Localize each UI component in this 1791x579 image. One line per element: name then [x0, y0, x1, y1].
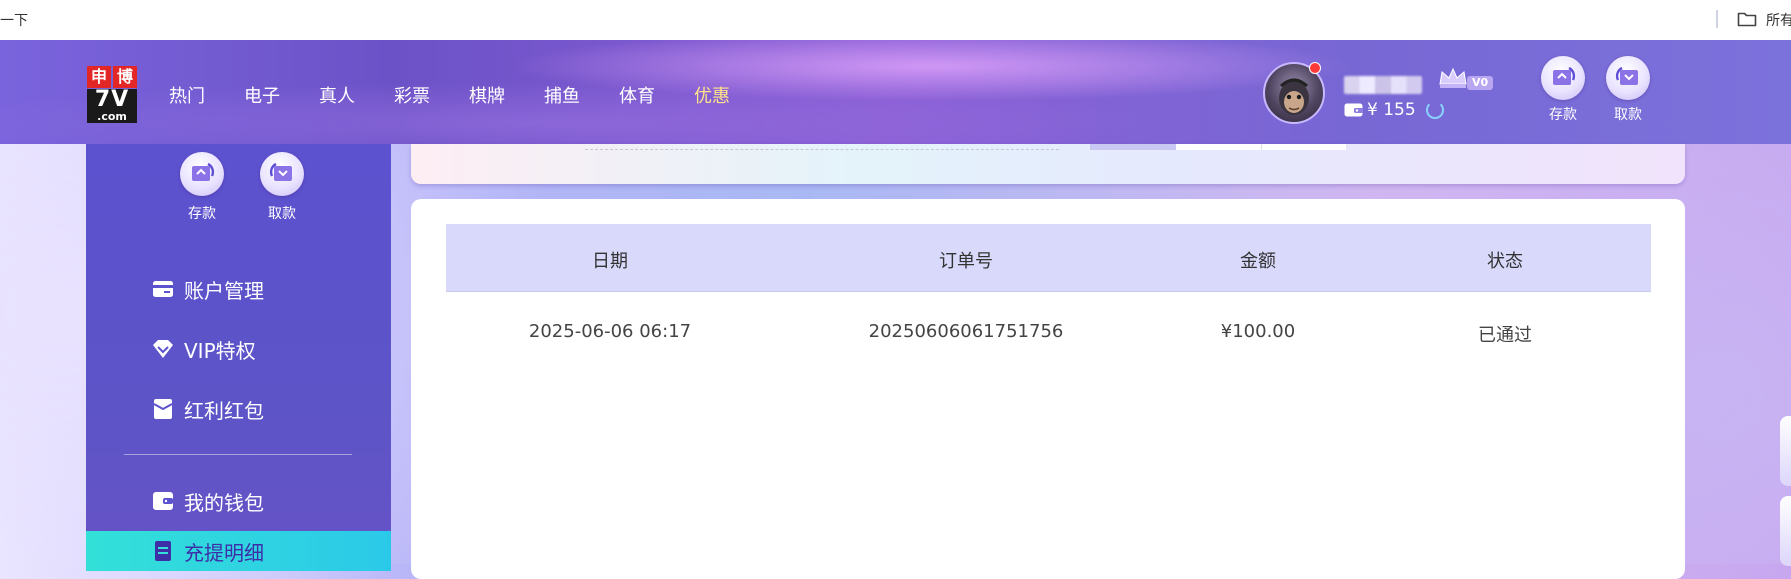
nav-item-sports[interactable]: 体育: [619, 82, 655, 108]
nav-item-live[interactable]: 真人: [319, 82, 355, 108]
document-icon: [152, 540, 174, 562]
deposit-label: 存款: [188, 206, 216, 222]
table-header: 日期 订单号 金额 状态: [446, 224, 1651, 292]
sidebar-item-label: 充提明细: [184, 540, 264, 565]
vip-level: V0: [1467, 76, 1494, 90]
bookmark-divider: [1716, 10, 1718, 28]
header-withdraw-button[interactable]: 取款: [1603, 56, 1653, 124]
logo-char: 博: [113, 66, 137, 88]
column-header-amount: 金额: [1240, 251, 1276, 272]
sidebar-divider: [124, 454, 352, 455]
all-bookmarks-link[interactable]: 所有: [1766, 10, 1791, 30]
sidebar-item-bonus[interactable]: 红利红包: [86, 389, 391, 429]
username-redacted: [1344, 76, 1422, 94]
account-sidebar: 存款 取款 账户管理 VIP特权 红利红包 我的钱包 充提明细: [86, 144, 391, 571]
vip-badge[interactable]: V0: [1437, 66, 1494, 94]
deposit-icon: [1541, 56, 1585, 100]
filter-card: [411, 144, 1685, 184]
header-deposit-button[interactable]: 存款: [1538, 56, 1588, 124]
filter-tab[interactable]: [1090, 144, 1176, 150]
cell-order-no: 20250606061751756: [868, 321, 1064, 342]
balance-display: ¥ 155: [1344, 100, 1444, 120]
user-avatar-wrap[interactable]: [1263, 62, 1325, 124]
site-logo[interactable]: 申 博 7V .com: [87, 66, 137, 124]
withdraw-icon: [1606, 56, 1650, 100]
nav-item-lottery[interactable]: 彩票: [394, 82, 430, 108]
nav-item-promotions[interactable]: 优惠: [694, 82, 730, 108]
sidebar-withdraw-button[interactable]: 取款: [254, 152, 310, 223]
sidebar-item-label: VIP特权: [184, 338, 256, 363]
sidebar-item-wallet[interactable]: 我的钱包: [86, 481, 391, 521]
nav-item-slots[interactable]: 电子: [244, 82, 280, 108]
cell-amount: ¥100.00: [1220, 321, 1296, 342]
sidebar-item-transactions-row: 充提明细: [86, 531, 391, 571]
wallet-icon: [1344, 103, 1363, 117]
red-envelope-icon: [152, 398, 174, 420]
sidebar-item-vip[interactable]: VIP特权: [86, 329, 391, 369]
column-header-order-no: 订单号: [939, 251, 993, 272]
dashed-divider: [585, 149, 1059, 150]
deposit-label: 存款: [1549, 107, 1577, 123]
bookmark-item[interactable]: 一下: [0, 10, 28, 30]
diamond-icon: [152, 338, 174, 360]
logo-char: 申: [87, 66, 111, 88]
deposit-icon: [180, 152, 224, 196]
logo-wordmark: 7V: [87, 89, 137, 111]
sidebar-item-account[interactable]: 账户管理: [86, 269, 391, 309]
filter-tab[interactable]: [1262, 144, 1346, 150]
column-header-date: 日期: [592, 251, 628, 272]
crown-icon: [1439, 67, 1467, 88]
sidebar-deposit-button[interactable]: 存款: [174, 152, 230, 223]
nav-item-hot[interactable]: 热门: [169, 82, 205, 108]
withdraw-label: 取款: [268, 206, 296, 222]
site-header: 申 博 7V .com 热门 电子 真人 彩票 棋牌 捕鱼 体育 优惠 V0 ¥…: [0, 40, 1791, 144]
filter-tab[interactable]: [1175, 144, 1263, 150]
folder-icon[interactable]: [1737, 10, 1757, 28]
sidebar-item-transactions[interactable]: 充提明细: [86, 531, 391, 571]
main-nav: 热门 电子 真人 彩票 棋牌 捕鱼 体育 优惠: [169, 82, 769, 108]
sidebar-item-label: 账户管理: [184, 278, 264, 303]
notification-dot: [1309, 62, 1321, 74]
balance-amount: ¥ 155: [1367, 100, 1416, 120]
nav-item-fishing[interactable]: 捕鱼: [544, 82, 580, 108]
floating-side-tab[interactable]: [1780, 496, 1791, 566]
filter-tabs: [1090, 144, 1346, 150]
nav-item-cards[interactable]: 棋牌: [469, 82, 505, 108]
wallet-icon: [152, 490, 174, 512]
records-card: 日期 订单号 金额 状态 2025-06-06 06:17 2025060606…: [411, 199, 1685, 579]
cell-status: 已通过: [1478, 325, 1532, 346]
withdraw-icon: [260, 152, 304, 196]
logo-domain: .com: [87, 111, 137, 123]
cell-date: 2025-06-06 06:17: [528, 321, 692, 342]
withdraw-label: 取款: [1614, 107, 1642, 123]
column-header-status: 状态: [1487, 251, 1523, 272]
floating-side-tab[interactable]: [1780, 416, 1791, 486]
browser-bookmark-bar: 一下 所有: [0, 0, 1791, 41]
sidebar-item-label: 红利红包: [184, 398, 264, 423]
refresh-icon[interactable]: [1425, 101, 1444, 119]
sidebar-item-label: 我的钱包: [184, 490, 264, 515]
card-icon: [152, 278, 174, 300]
